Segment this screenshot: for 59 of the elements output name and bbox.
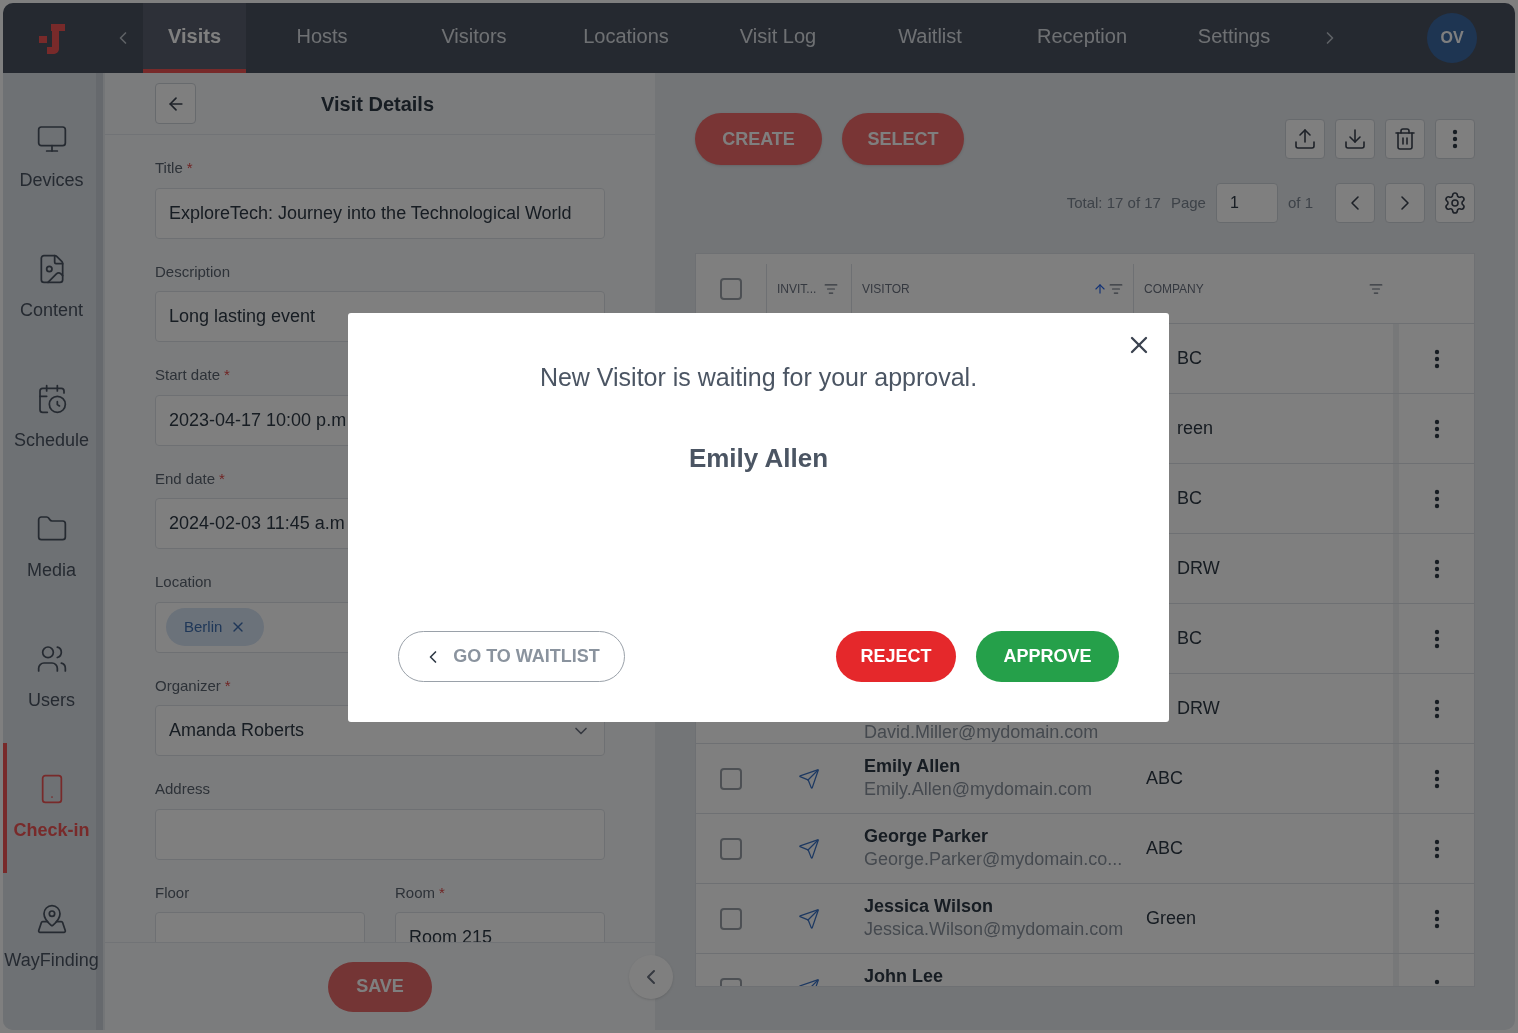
nav-tab[interactable]: Hosts	[246, 3, 398, 73]
visitor-email: Emily.Allen@mydomain.com	[864, 778, 1093, 801]
visitor-email: Jessica.Wilson@mydomain.com	[864, 918, 1125, 941]
company-cell: ABC	[1146, 768, 1183, 788]
company-cell: reen	[1177, 418, 1214, 438]
nav-tab[interactable]: Reception	[1006, 3, 1158, 73]
nav-tab[interactable]: Visitors	[398, 3, 550, 73]
visitor-name: Emily Allen	[688, 441, 829, 475]
field-label: Description	[155, 261, 231, 282]
dialog-message: New Visitor is waiting for your approval.	[539, 362, 978, 393]
visitor-name: George Parker	[864, 825, 990, 848]
field-label: End date	[155, 468, 216, 489]
input-field[interactable]: ExploreTech: Journey into the Technological World	[155, 187, 605, 239]
required-mark: *	[439, 882, 445, 903]
company-cell: DRW	[1177, 698, 1220, 718]
company-cell: BC	[1177, 488, 1202, 508]
nav-tab[interactable]: Waitlist	[854, 3, 1006, 73]
select-button[interactable]: SELECT	[842, 113, 964, 165]
sidebar-item[interactable]: Users	[3, 613, 96, 743]
sidebar-item[interactable]: Devices	[3, 93, 96, 223]
nav-tab[interactable]: Settings	[1158, 3, 1310, 73]
field-label: Title	[155, 158, 183, 178]
location-name: Berlin	[184, 616, 223, 637]
visitor-name: John Lee	[864, 965, 944, 986]
nav-tab[interactable]: Visit Log	[702, 3, 854, 73]
reject-button[interactable]: REJECT	[836, 631, 956, 682]
company-cell: ABC	[1146, 838, 1183, 858]
company-cell: BC	[1177, 348, 1202, 368]
visitor-name: Emily Allen	[864, 755, 962, 778]
sidebar-item[interactable]: Content	[3, 223, 96, 353]
visitor-email: David.Miller@mydomain.com	[864, 721, 1100, 744]
create-button[interactable]: CREATE	[695, 113, 822, 165]
company-cell: Green	[1146, 908, 1197, 928]
required-mark: *	[186, 158, 193, 178]
sidebar-item[interactable]: Check-in	[3, 743, 96, 873]
field-label: Room	[395, 882, 435, 903]
field-label: Address	[155, 779, 211, 799]
company-cell: DRW	[1177, 558, 1220, 578]
visitor-name: Jessica Wilson	[864, 895, 994, 918]
save-button[interactable]: SAVE	[328, 961, 432, 1012]
company-cell: BC	[1177, 628, 1202, 648]
location-tag[interactable]: Berlin	[166, 607, 265, 647]
field-label: Location	[155, 572, 212, 592]
field-label: Organizer	[155, 675, 221, 696]
nav-tab[interactable]: Locations	[550, 3, 702, 73]
page-number-field[interactable]: 1	[1215, 183, 1278, 223]
field-label: Floor	[155, 882, 190, 903]
sidebar-item[interactable]: Media	[3, 483, 96, 613]
sidebar-item[interactable]: Schedule	[3, 353, 96, 483]
required-mark: *	[224, 675, 231, 696]
sidebar-item[interactable]: WayFinding	[3, 873, 96, 1003]
required-mark: *	[224, 365, 230, 385]
field-label: Start date	[155, 365, 221, 385]
approve-button[interactable]: APPROVE	[976, 631, 1119, 682]
required-mark: *	[219, 468, 225, 489]
user-avatar[interactable]: OV	[1427, 13, 1477, 63]
panel-title: Visit Details	[321, 91, 435, 117]
visitor-email: George.Parker@mydomain.co...	[864, 848, 1124, 871]
nav-tab[interactable]: Visits	[143, 3, 246, 73]
